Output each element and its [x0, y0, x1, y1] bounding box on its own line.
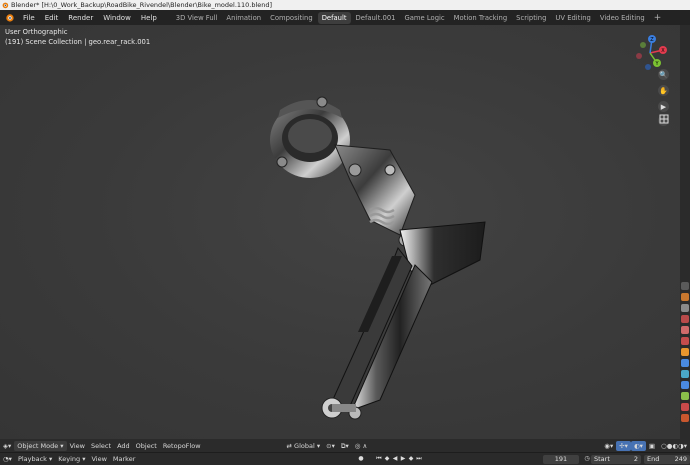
current-frame-field[interactable]: 191 — [543, 454, 579, 464]
physics-tab-icon[interactable] — [681, 381, 689, 389]
top-menubar: File Edit Render Window Help 3D View Ful… — [0, 10, 690, 25]
menu-timeline-view[interactable]: View — [88, 454, 109, 464]
jump-start-icon[interactable]: ⏮ — [375, 455, 383, 463]
preview-range-icon[interactable]: ◷ — [583, 455, 591, 463]
blender-menu-icon[interactable] — [4, 12, 15, 23]
3d-viewport[interactable]: User Orthographic (191) Scene Collection… — [0, 25, 690, 439]
scene-tab-icon[interactable] — [681, 326, 689, 334]
menu-select[interactable]: Select — [88, 441, 114, 451]
object-mode-label: Object Mode — [17, 441, 59, 450]
play-reverse-icon[interactable]: ◀ — [391, 455, 399, 463]
proportional-edit-icon[interactable]: ◎ ∧ — [352, 441, 371, 451]
blender-logo-icon — [2, 2, 9, 9]
snap-icon[interactable]: ⧉▾ — [338, 441, 352, 451]
tab-game-logic[interactable]: Game Logic — [401, 12, 449, 24]
menu-retopoflow[interactable]: RetopoFlow — [160, 441, 204, 451]
next-keyframe-icon[interactable]: ◆ — [407, 455, 415, 463]
menu-window[interactable]: Window — [98, 14, 136, 22]
menu-render[interactable]: Render — [63, 14, 98, 22]
playback-label: Playback — [17, 455, 47, 463]
keying-label: Keying — [58, 455, 81, 463]
pivot-point-icon[interactable]: ⊙▾ — [323, 441, 338, 451]
overlays-toggle-icon[interactable]: ◐▾ — [630, 440, 646, 451]
pan-hand-icon[interactable]: ✋ — [658, 85, 669, 96]
modifier-tab-icon[interactable] — [681, 359, 689, 367]
menu-marker[interactable]: Marker — [110, 454, 138, 464]
timeline-editor-icon[interactable]: ◔▾ — [0, 454, 15, 464]
tab-animation[interactable]: Animation — [222, 12, 265, 24]
navigation-gizmo[interactable]: X Y Z — [630, 33, 670, 73]
tab-uv-editing[interactable]: UV Editing — [551, 12, 594, 24]
gizmo-z-label: Z — [650, 37, 654, 43]
object-mode-dropdown[interactable]: Object Mode ▾ — [14, 440, 67, 451]
end-frame-field[interactable]: End 249 — [644, 454, 690, 464]
add-workspace-button[interactable]: + — [650, 13, 666, 23]
gizmo-x-label: X — [661, 48, 665, 54]
gizmo-toggle-icon[interactable]: ✢▾ — [616, 440, 631, 451]
data-tab-icon[interactable] — [681, 392, 689, 400]
visibility-icon[interactable]: ◉▾ — [601, 441, 616, 451]
window-title: Blender* [H:\0_Work_Backup\RoadBike_Rive… — [11, 1, 273, 9]
record-icon[interactable]: ● — [357, 455, 365, 463]
menu-keying[interactable]: Keying ▾ — [55, 454, 88, 464]
ortho-grid-icon[interactable] — [659, 114, 669, 124]
derailleur-model[interactable] — [260, 70, 500, 430]
tab-default[interactable]: Default — [317, 11, 351, 24]
menu-help[interactable]: Help — [136, 14, 162, 22]
tab-motion-tracking[interactable]: Motion Tracking — [450, 12, 512, 24]
prev-keyframe-icon[interactable]: ◆ — [383, 455, 391, 463]
properties-tab-strip — [680, 25, 690, 439]
collection-info-label: (191) Scene Collection | geo.rear_rack.0… — [5, 38, 151, 46]
menu-file[interactable]: File — [18, 14, 40, 22]
shading-modes-icon[interactable]: ○●◐◑▾ — [658, 441, 690, 451]
tool-tab-icon[interactable] — [681, 282, 689, 290]
object-tab-icon[interactable] — [681, 348, 689, 356]
material-tab-icon[interactable] — [681, 403, 689, 411]
output-tab-icon[interactable] — [681, 304, 689, 312]
menu-playback[interactable]: Playback ▾ — [15, 454, 55, 464]
editor-type-icon[interactable]: ◈▾ — [0, 441, 14, 451]
zoom-icon[interactable]: 🔍 — [658, 69, 669, 80]
tab-scripting[interactable]: Scripting — [512, 12, 550, 24]
texture-tab-icon[interactable] — [681, 414, 689, 422]
timeline-header: ◔▾ Playback ▾ Keying ▾ View Marker ● ⏮ ◆… — [0, 452, 690, 465]
start-frame-field[interactable]: Start 2 — [591, 454, 641, 464]
menu-add[interactable]: Add — [114, 441, 133, 451]
world-tab-icon[interactable] — [681, 337, 689, 345]
menu-view[interactable]: View — [67, 441, 88, 451]
end-label: End — [647, 454, 660, 463]
end-value: 249 — [674, 454, 687, 463]
menu-edit[interactable]: Edit — [40, 14, 64, 22]
transform-orientation-label: Global — [294, 441, 315, 450]
window-titlebar: Blender* [H:\0_Work_Backup\RoadBike_Rive… — [0, 0, 690, 10]
start-label: Start — [594, 454, 610, 463]
jump-end-icon[interactable]: ⏭ — [415, 455, 423, 463]
play-icon[interactable]: ▶ — [399, 455, 407, 463]
view-name-label: User Orthographic — [5, 28, 68, 36]
camera-view-icon[interactable]: ▶ — [658, 101, 669, 112]
view-layer-tab-icon[interactable] — [681, 315, 689, 323]
transform-orientation-dropdown[interactable]: ⇄ Global ▾ — [284, 441, 324, 451]
menu-object[interactable]: Object — [133, 441, 160, 451]
tab-compositing[interactable]: Compositing — [266, 12, 317, 24]
tab-video-editing[interactable]: Video Editing — [596, 12, 649, 24]
particles-tab-icon[interactable] — [681, 370, 689, 378]
tab-3d-view-full[interactable]: 3D View Full — [172, 12, 222, 24]
tab-default-001[interactable]: Default.001 — [352, 12, 400, 24]
xray-toggle-icon[interactable]: ▣ — [646, 441, 658, 451]
start-value: 2 — [633, 454, 638, 463]
render-tab-icon[interactable] — [681, 293, 689, 301]
viewport-header: ◈▾ Object Mode ▾ View Select Add Object … — [0, 439, 690, 452]
